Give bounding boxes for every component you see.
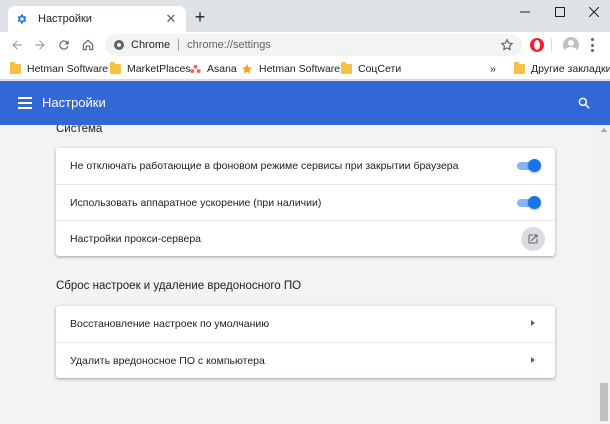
home-icon: [82, 39, 94, 51]
chrome-icon: [114, 40, 124, 50]
setting-row-background-apps[interactable]: Не отключать работающие в фоновом режиме…: [56, 148, 555, 184]
arrow-right-icon: [35, 40, 45, 50]
setting-label: Использовать аппаратное ускорение (при н…: [70, 196, 322, 209]
bookmark-item[interactable]: MarketPlaces: [110, 61, 191, 77]
bookmark-label: СоцСети: [358, 63, 402, 75]
setting-row-proxy[interactable]: Настройки прокси-сервера: [56, 220, 555, 256]
section-title-reset: Сброс настроек и удаление вредоносного П…: [56, 280, 302, 292]
other-bookmarks-item[interactable]: Другие закладки: [514, 61, 610, 77]
setting-label: Настройки прокси-сервера: [70, 232, 201, 245]
menu-icon[interactable]: [18, 97, 32, 109]
setting-row-restore-defaults[interactable]: Восстановление настроек по умолчанию: [56, 306, 555, 342]
bookmark-label: Asana: [207, 63, 237, 75]
back-button[interactable]: [8, 36, 26, 54]
setting-row-hardware-acceleration[interactable]: Использовать аппаратное ускорение (при н…: [56, 184, 555, 220]
close-icon: [589, 7, 599, 17]
setting-label: Восстановление настроек по умолчанию: [70, 318, 270, 330]
settings-header: Настройки: [0, 81, 610, 125]
setting-row-cleanup-computer[interactable]: Удалить вредоносное ПО с компьютера: [56, 342, 555, 378]
scroll-thumb[interactable]: [600, 383, 608, 421]
minimize-icon: [520, 11, 530, 13]
external-link-icon: [528, 234, 538, 244]
home-button[interactable]: [79, 36, 97, 54]
opera-extension-icon[interactable]: [530, 38, 544, 52]
arrow-left-icon: [12, 40, 22, 50]
page-scrollbar[interactable]: [598, 125, 610, 424]
settings-content: Система Не отключать работающие в фоново…: [0, 125, 598, 424]
bookmark-star-icon[interactable]: [500, 38, 514, 52]
bookmark-item[interactable]: СоцСети: [341, 61, 401, 77]
profile-avatar[interactable]: [563, 37, 579, 53]
close-window-button[interactable]: [574, 0, 610, 24]
address-separator: [178, 39, 180, 51]
maximize-icon: [555, 7, 565, 17]
section-title-system: Система: [56, 125, 103, 135]
address-bar[interactable]: Chrome chrome://settings: [105, 34, 522, 56]
forward-button[interactable]: [31, 36, 49, 54]
reload-icon: [59, 40, 69, 50]
overflow-chevron-icon: »: [490, 63, 496, 75]
address-origin: Chrome: [131, 39, 171, 51]
bookmark-item[interactable]: Asana: [190, 61, 237, 77]
search-icon[interactable]: [577, 96, 591, 110]
chrome-menu-button[interactable]: [590, 38, 594, 52]
folder-icon: [10, 62, 21, 74]
bookmark-label: Hetman Software: [259, 63, 341, 75]
tab-strip: Настройки ✕ +: [0, 0, 610, 32]
tab-title: Настройки: [38, 13, 92, 25]
bookmark-item[interactable]: Hetman Software: [10, 61, 108, 77]
setting-label: Удалить вредоносное ПО с компьютера: [70, 354, 265, 367]
bookmarks-bar: Hetman Software MarketPlaces Asana Hetma…: [0, 58, 610, 80]
bookmarks-overflow-button[interactable]: »: [490, 61, 496, 77]
open-proxy-settings-button[interactable]: [521, 227, 545, 251]
toolbar-separator: [551, 38, 552, 52]
reload-button[interactable]: [55, 36, 73, 54]
star-icon: [242, 64, 252, 74]
arrow-right-icon: [531, 357, 535, 363]
folder-icon: [110, 62, 121, 74]
new-tab-button[interactable]: +: [192, 8, 208, 26]
asana-icon: [190, 64, 201, 74]
address-url: chrome://settings: [187, 39, 271, 51]
bookmark-label: MarketPlaces: [127, 63, 191, 75]
folder-icon: [514, 62, 525, 74]
gear-icon: [17, 14, 27, 24]
toolbar: Chrome chrome://settings: [0, 32, 610, 58]
minimize-button[interactable]: [505, 0, 545, 24]
background-apps-toggle[interactable]: [517, 159, 541, 172]
bookmark-item[interactable]: Hetman Software: [241, 61, 340, 77]
arrow-right-icon: [531, 320, 535, 326]
reset-card: Восстановление настроек по умолчанию Уда…: [56, 306, 555, 378]
close-tab-icon[interactable]: ✕: [164, 12, 178, 26]
tab-settings[interactable]: Настройки ✕: [8, 6, 186, 32]
bookmark-label: Hetman Software: [27, 63, 109, 75]
hardware-acceleration-toggle[interactable]: [517, 196, 541, 209]
folder-icon: [341, 62, 352, 74]
page-title: Настройки: [42, 95, 106, 110]
setting-label: Не отключать работающие в фоновом режиме…: [70, 160, 459, 172]
scroll-up-arrow-icon[interactable]: [601, 128, 607, 132]
other-bookmarks-label: Другие закладки: [531, 63, 610, 75]
system-card: Не отключать работающие в фоновом режиме…: [56, 148, 555, 256]
